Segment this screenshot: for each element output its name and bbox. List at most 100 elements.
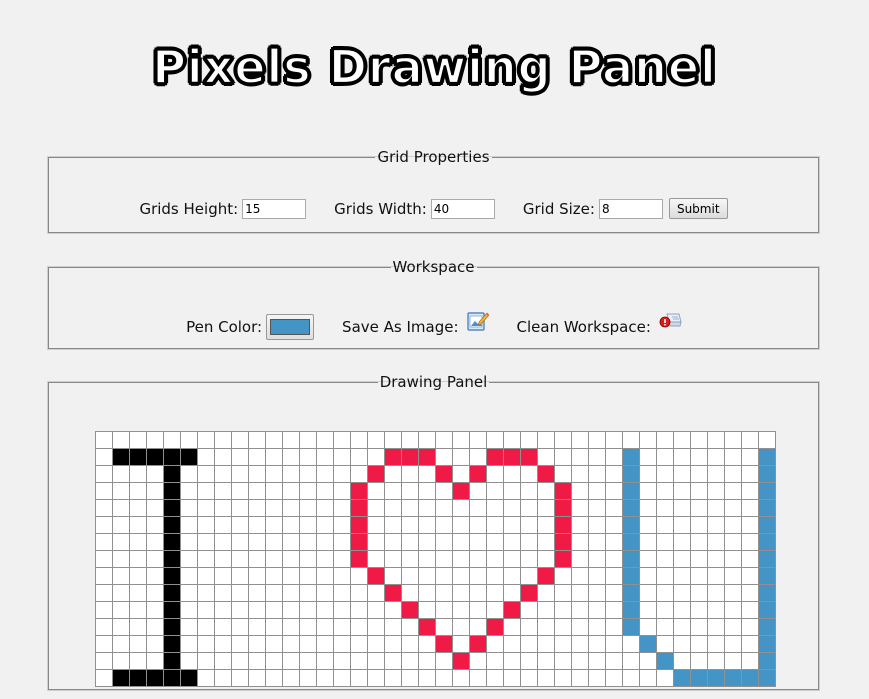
pixel-cell[interactable]	[741, 465, 759, 483]
pixel-cell[interactable]	[316, 533, 334, 551]
pixel-cell[interactable]	[112, 550, 130, 568]
pixel-cell[interactable]	[316, 448, 334, 466]
pixel-cell[interactable]	[418, 465, 436, 483]
pixel-cell[interactable]	[758, 635, 776, 653]
pixel-cell[interactable]	[741, 601, 759, 619]
pixel-cell[interactable]	[163, 601, 181, 619]
pixel-cell[interactable]	[146, 584, 164, 602]
pixel-cell[interactable]	[129, 499, 147, 517]
pixel-cell[interactable]	[588, 499, 606, 517]
pixel-cell[interactable]	[350, 618, 368, 636]
pixel-cell[interactable]	[469, 431, 487, 449]
pixel-cell[interactable]	[333, 652, 351, 670]
pixel-cell[interactable]	[452, 669, 470, 687]
pixel-cell[interactable]	[673, 465, 691, 483]
pixel-cell[interactable]	[605, 533, 623, 551]
pixel-cell[interactable]	[333, 516, 351, 534]
pixel-cell[interactable]	[112, 635, 130, 653]
pixel-cell[interactable]	[384, 482, 402, 500]
pixel-cell[interactable]	[248, 618, 266, 636]
pixel-cell[interactable]	[384, 465, 402, 483]
pixel-cell[interactable]	[95, 482, 113, 500]
pixel-cell[interactable]	[95, 669, 113, 687]
pixel-cell[interactable]	[401, 482, 419, 500]
grid-size-input[interactable]	[598, 198, 663, 219]
pixel-cell[interactable]	[571, 533, 589, 551]
pixel-cell[interactable]	[214, 533, 232, 551]
pixel-cell[interactable]	[605, 499, 623, 517]
pixel-cell[interactable]	[418, 431, 436, 449]
pixel-cell[interactable]	[537, 482, 555, 500]
pixel-cell[interactable]	[112, 652, 130, 670]
pixel-cell[interactable]	[452, 431, 470, 449]
pixel-cell[interactable]	[146, 533, 164, 551]
pixel-cell[interactable]	[197, 550, 215, 568]
pixel-cell[interactable]	[367, 465, 385, 483]
pixel-cell[interactable]	[180, 550, 198, 568]
pixel-cell[interactable]	[350, 652, 368, 670]
pixel-cell[interactable]	[316, 465, 334, 483]
pixel-cell[interactable]	[452, 652, 470, 670]
pixel-cell[interactable]	[95, 635, 113, 653]
pixel-cell[interactable]	[350, 550, 368, 568]
pixel-cell[interactable]	[435, 635, 453, 653]
pixel-cell[interactable]	[248, 499, 266, 517]
pixel-cell[interactable]	[112, 601, 130, 619]
pixel-cell[interactable]	[605, 618, 623, 636]
pixel-cell[interactable]	[435, 533, 453, 551]
pixel-cell[interactable]	[741, 618, 759, 636]
pixel-cell[interactable]	[656, 533, 674, 551]
pixel-cell[interactable]	[299, 601, 317, 619]
pixel-cell[interactable]	[435, 584, 453, 602]
clean-workspace-icon[interactable]	[659, 310, 682, 332]
pixel-cell[interactable]	[435, 567, 453, 585]
pixel-cell[interactable]	[605, 635, 623, 653]
pixel-cell[interactable]	[129, 669, 147, 687]
pixel-cell[interactable]	[401, 499, 419, 517]
pixel-cell[interactable]	[384, 567, 402, 585]
pixel-cell[interactable]	[673, 635, 691, 653]
pixel-cell[interactable]	[350, 431, 368, 449]
pixel-cell[interactable]	[588, 550, 606, 568]
pixel-cell[interactable]	[231, 533, 249, 551]
pixel-cell[interactable]	[452, 448, 470, 466]
pixel-cell[interactable]	[282, 431, 300, 449]
pixel-cell[interactable]	[265, 499, 283, 517]
pixel-cell[interactable]	[622, 601, 640, 619]
pixel-cell[interactable]	[452, 533, 470, 551]
pixel-cell[interactable]	[707, 516, 725, 534]
pixel-cell[interactable]	[741, 652, 759, 670]
pixel-cell[interactable]	[537, 431, 555, 449]
pixel-cell[interactable]	[163, 516, 181, 534]
pixel-cell[interactable]	[656, 448, 674, 466]
pixel-cell[interactable]	[452, 618, 470, 636]
pixel-cell[interactable]	[214, 567, 232, 585]
pixel-cell[interactable]	[622, 499, 640, 517]
pixel-cell[interactable]	[282, 533, 300, 551]
save-image-icon[interactable]	[466, 310, 489, 332]
pixel-cell[interactable]	[146, 550, 164, 568]
pixel-cell[interactable]	[537, 601, 555, 619]
pixel-cell[interactable]	[265, 533, 283, 551]
pixel-cell[interactable]	[741, 567, 759, 585]
pixel-cell[interactable]	[197, 516, 215, 534]
pixel-cell[interactable]	[486, 550, 504, 568]
pixel-cell[interactable]	[333, 431, 351, 449]
pixel-cell[interactable]	[299, 618, 317, 636]
pixel-cell[interactable]	[163, 448, 181, 466]
pixel-cell[interactable]	[622, 482, 640, 500]
pixel-cell[interactable]	[401, 601, 419, 619]
pixel-cell[interactable]	[112, 618, 130, 636]
pixel-cell[interactable]	[197, 635, 215, 653]
pixel-cell[interactable]	[367, 448, 385, 466]
grid-height-input[interactable]	[242, 198, 307, 219]
pixel-cell[interactable]	[656, 482, 674, 500]
pixel-cell[interactable]	[333, 618, 351, 636]
pixel-cell[interactable]	[571, 618, 589, 636]
pixel-cell[interactable]	[384, 635, 402, 653]
pixel-cell[interactable]	[724, 516, 742, 534]
pixel-cell[interactable]	[214, 516, 232, 534]
pixel-cell[interactable]	[537, 465, 555, 483]
pixel-cell[interactable]	[299, 567, 317, 585]
pixel-cell[interactable]	[197, 448, 215, 466]
